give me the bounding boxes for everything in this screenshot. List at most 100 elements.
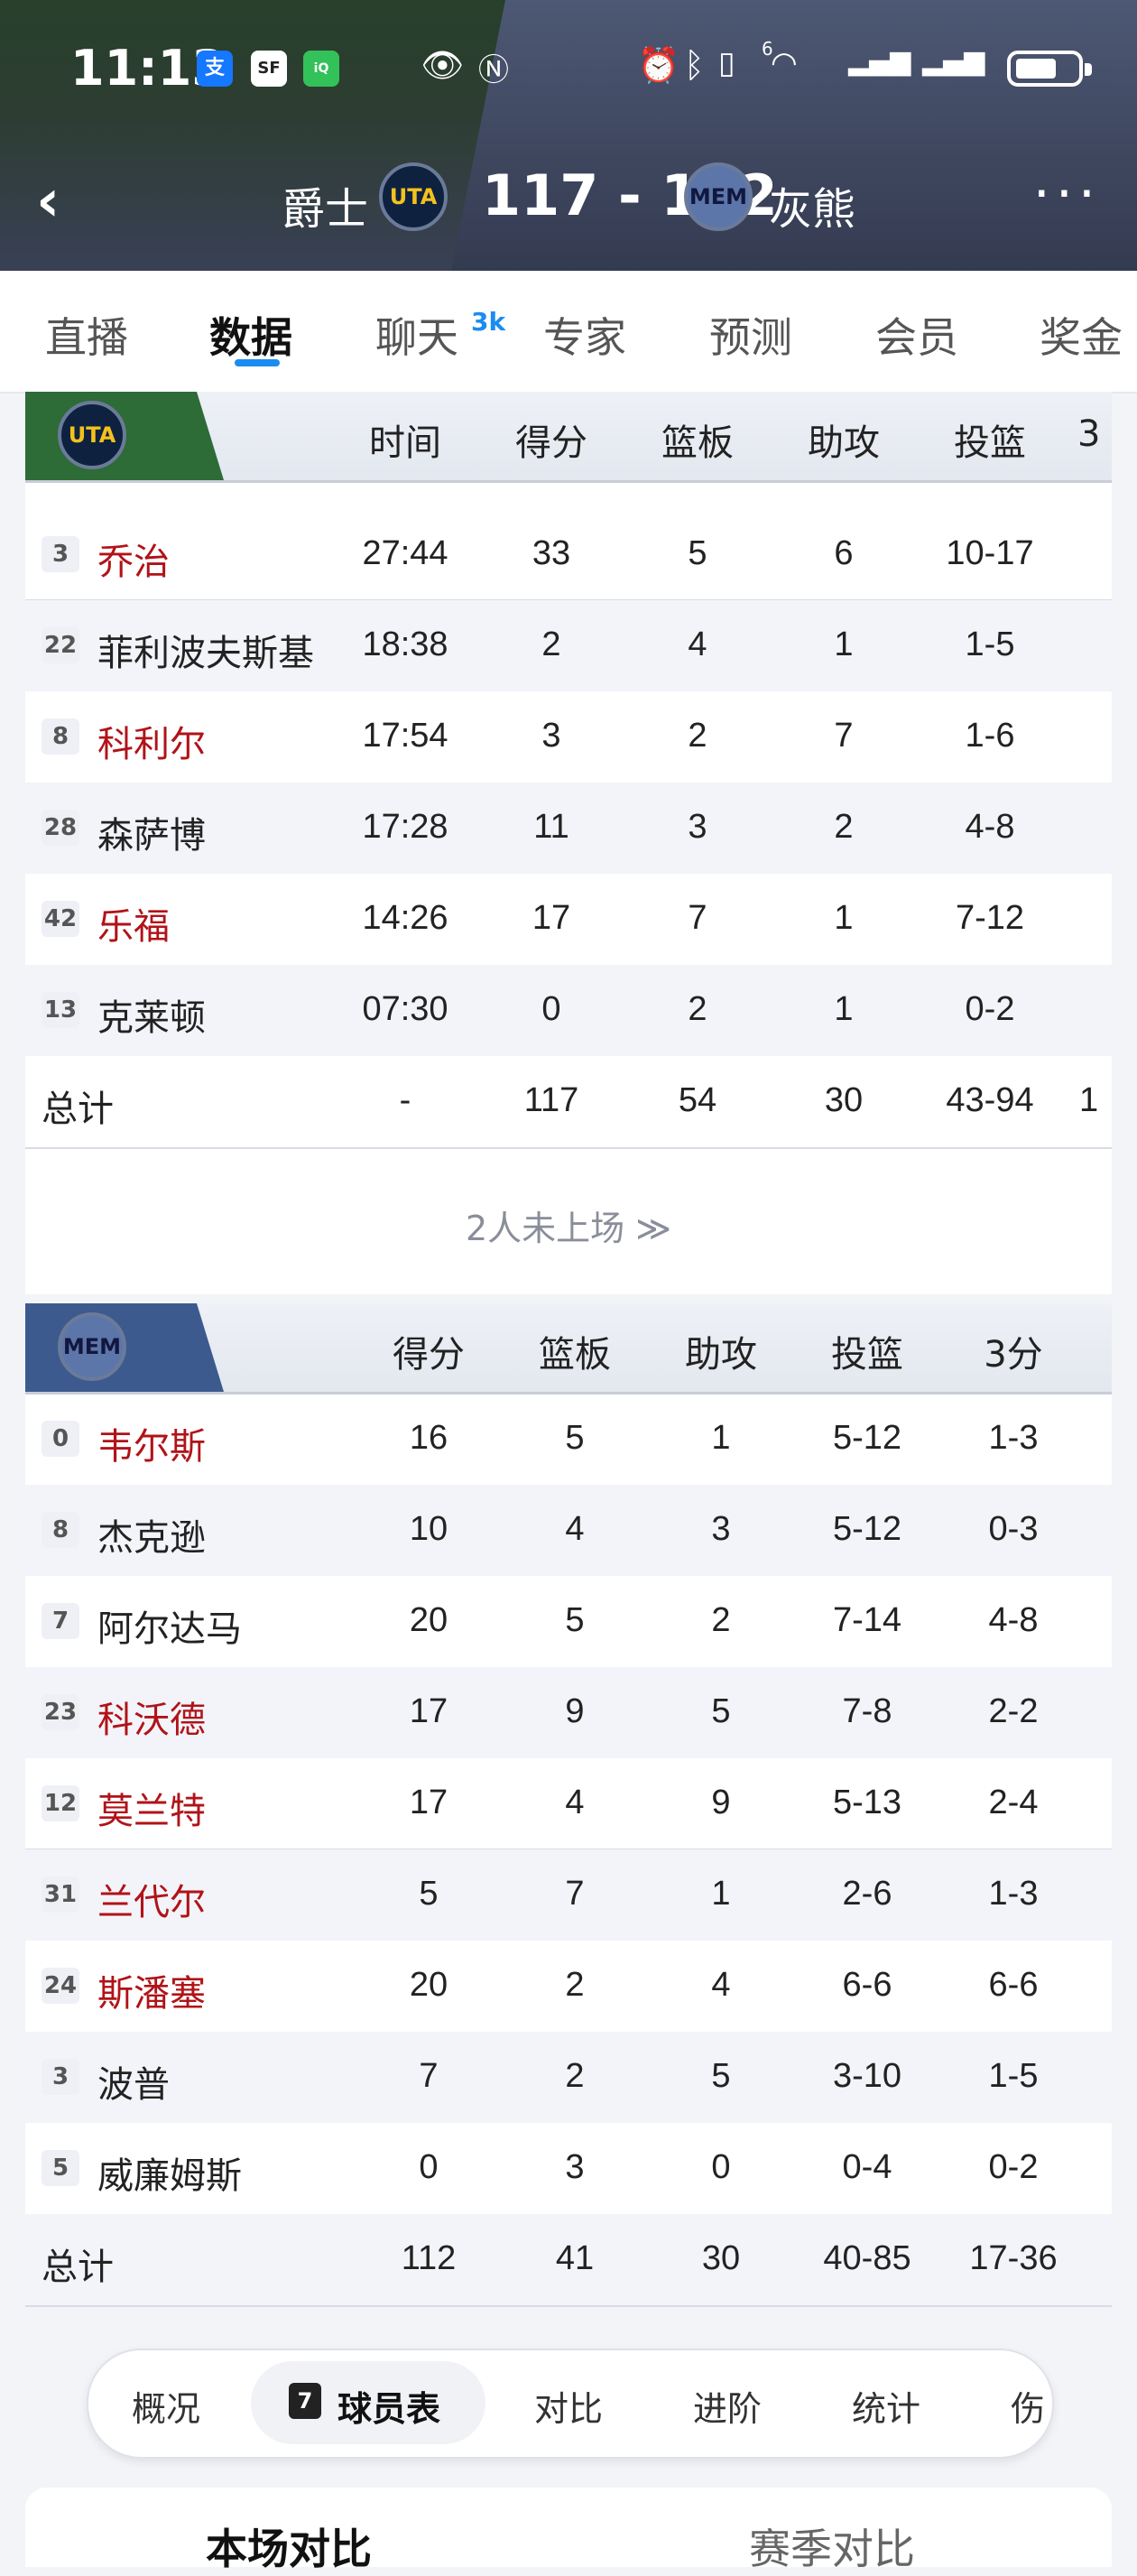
col-points[interactable]: 得分 bbox=[493, 413, 610, 466]
col-rebounds[interactable]: 篮板 bbox=[639, 413, 756, 466]
stat-cell: 1 bbox=[711, 1419, 731, 1457]
stat-cell: 1-5 bbox=[988, 2057, 1039, 2095]
player-row[interactable]: 5 威廉姆斯 0 3 0 0-4 0-2 bbox=[25, 2123, 1112, 2214]
player-name[interactable]: 斯潘塞 bbox=[97, 1964, 206, 2016]
home-team-name[interactable]: 爵士 bbox=[282, 173, 368, 236]
total-row: 总计 - 117 54 30 43-94 1 bbox=[25, 1056, 1112, 1147]
away-team-logo[interactable]: MEM bbox=[684, 162, 753, 231]
col-rebounds[interactable]: 篮板 bbox=[516, 1325, 633, 1377]
player-row[interactable]: 22 菲利波夫斯基 18:38 2 4 1 1-5 bbox=[25, 600, 1112, 691]
subtab-injury[interactable]: 伤 bbox=[1011, 2381, 1047, 2431]
player-name[interactable]: 科利尔 bbox=[97, 715, 206, 767]
stat-cell: 7 bbox=[419, 2057, 439, 2095]
player-row[interactable]: 0 韦尔斯 16 5 1 5-12 1-3 bbox=[25, 1394, 1112, 1485]
more-icon[interactable]: ··· bbox=[1033, 162, 1101, 226]
dnp-expand-button[interactable]: 2人未上场 ≫ bbox=[25, 1200, 1112, 1250]
tab-predictions[interactable]: 预测 bbox=[709, 305, 792, 365]
player-row[interactable]: 3 波普 7 2 5 3-10 1-5 bbox=[25, 2032, 1112, 2123]
player-name[interactable]: 科沃德 bbox=[97, 1691, 206, 1743]
subtab-stats[interactable]: 统计 bbox=[852, 2381, 920, 2431]
jersey-number: 12 bbox=[42, 1785, 79, 1821]
home-team-logo[interactable]: UTA bbox=[379, 162, 448, 231]
stat-cell: 0-4 bbox=[842, 2148, 892, 2186]
stat-cell: 5 bbox=[565, 1419, 585, 1457]
player-row[interactable]: 28 森萨博 17:28 11 3 2 4-8 bbox=[25, 783, 1112, 874]
player-row[interactable]: 31 兰代尔 5 7 1 2-6 1-3 bbox=[25, 1849, 1112, 1941]
player-name[interactable]: 阿尔达马 bbox=[97, 1599, 242, 1652]
player-row[interactable]: 23 科沃德 17 9 5 7-8 2-2 bbox=[25, 1667, 1112, 1758]
tab-membership[interactable]: 会员 bbox=[875, 305, 958, 365]
stat-cell: 11 bbox=[533, 808, 569, 846]
stat-cell: 0 bbox=[711, 2148, 731, 2186]
stat-cell: 17:28 bbox=[362, 808, 448, 846]
stat-cell: 2-6 bbox=[842, 1875, 892, 1913]
active-tab-indicator bbox=[235, 359, 280, 366]
stat-cell: 3 bbox=[541, 717, 561, 755]
player-name[interactable]: 乐福 bbox=[97, 897, 170, 950]
player-row[interactable]: 12 莫兰特 17 4 9 5-13 2-4 bbox=[25, 1758, 1112, 1849]
back-icon[interactable]: ‹ bbox=[36, 168, 60, 235]
total-cell: - bbox=[399, 1081, 411, 1119]
stat-cell: 1 bbox=[834, 990, 854, 1028]
tab-data[interactable]: 数据 bbox=[209, 305, 292, 365]
stat-cell: 5 bbox=[688, 534, 707, 572]
player-name[interactable]: 森萨博 bbox=[97, 806, 206, 858]
game-header: 11:13 支 SF iQ 👁 Ⓝ ⏰ ᛒ ▯ ◠ 6 ▂▄▆ ▂▄▆ ‹ 爵士… bbox=[0, 0, 1137, 271]
alipay-icon: 支 bbox=[197, 51, 233, 87]
subtab-compare[interactable]: 对比 bbox=[534, 2381, 603, 2431]
jersey-icon: 7 bbox=[289, 2383, 321, 2419]
col-points[interactable]: 得分 bbox=[370, 1325, 487, 1377]
player-row[interactable]: 42 乐福 14:26 17 7 1 7-12 bbox=[25, 874, 1112, 965]
alarm-icon: ⏰ bbox=[637, 45, 680, 85]
col-minutes[interactable]: 时间 bbox=[347, 413, 464, 466]
subtab-advanced[interactable]: 进阶 bbox=[693, 2381, 762, 2431]
jersey-number: 0 bbox=[42, 1421, 79, 1457]
subtab-player-table[interactable]: 7 球员表 bbox=[251, 2361, 485, 2444]
tab-this-game-compare[interactable]: 本场对比 bbox=[206, 2516, 372, 2576]
stat-cell: 17:54 bbox=[362, 717, 448, 755]
col-assists[interactable]: 助攻 bbox=[662, 1325, 780, 1377]
stat-cell: 4-8 bbox=[988, 1601, 1039, 1639]
player-row[interactable]: 24 斯潘塞 20 2 4 6-6 6-6 bbox=[25, 1941, 1112, 2032]
tab-prizes[interactable]: 奖金 bbox=[1040, 305, 1123, 365]
col-fg[interactable]: 投篮 bbox=[931, 413, 1049, 466]
player-row[interactable]: 8 杰克逊 10 4 3 5-12 0-3 bbox=[25, 1485, 1112, 1576]
mem-table-header: MEM 得分 篮板 助攻 投篮 3分 bbox=[25, 1303, 1112, 1395]
stat-cell: 20 bbox=[409, 1601, 448, 1639]
stat-cell: 2 bbox=[688, 990, 707, 1028]
stat-cell: 0 bbox=[541, 990, 561, 1028]
player-row[interactable]: 13 克莱顿 07:30 0 2 1 0-2 bbox=[25, 965, 1112, 1056]
player-name[interactable]: 威廉姆斯 bbox=[97, 2146, 242, 2199]
tab-experts[interactable]: 专家 bbox=[543, 305, 626, 365]
tab-live[interactable]: 直播 bbox=[45, 305, 128, 365]
stat-cell: 5-13 bbox=[832, 1784, 902, 1821]
jersey-number: 3 bbox=[42, 2059, 79, 2095]
jersey-number: 42 bbox=[42, 901, 79, 937]
away-team-name[interactable]: 灰熊 bbox=[769, 173, 855, 236]
player-name[interactable]: 克莱顿 bbox=[97, 988, 206, 1041]
col-fg[interactable]: 投篮 bbox=[809, 1325, 926, 1377]
player-name[interactable]: 韦尔斯 bbox=[97, 1417, 206, 1469]
signal-icon: ▂▄▆ bbox=[848, 45, 911, 77]
player-name[interactable]: 乔治 bbox=[97, 533, 170, 585]
player-name[interactable]: 杰克逊 bbox=[97, 1508, 206, 1561]
player-row[interactable]: 7 阿尔达马 20 5 2 7-14 4-8 bbox=[25, 1576, 1112, 1667]
uta-logo: UTA bbox=[58, 401, 126, 469]
col-3pt[interactable]: 3分 bbox=[955, 1325, 1072, 1377]
col-3pt[interactable]: 3 bbox=[1077, 413, 1112, 455]
player-name[interactable]: 兰代尔 bbox=[97, 1873, 206, 1925]
tab-chat[interactable]: 聊天 bbox=[375, 305, 458, 365]
player-name[interactable]: 菲利波夫斯基 bbox=[97, 624, 314, 676]
player-row[interactable]: 3 乔治 27:44 33 5 6 10-17 bbox=[25, 509, 1112, 600]
jersey-number: 5 bbox=[42, 2150, 79, 2186]
subtab-overview[interactable]: 概况 bbox=[132, 2381, 200, 2431]
stat-cell: 5 bbox=[711, 2057, 731, 2095]
stat-cell: 7-8 bbox=[842, 1692, 892, 1730]
player-row[interactable]: 8 科利尔 17:54 3 2 7 1-6 bbox=[25, 691, 1112, 783]
tab-season-compare[interactable]: 赛季对比 bbox=[749, 2516, 915, 2576]
col-assists[interactable]: 助攻 bbox=[785, 413, 902, 466]
stat-cell: 4 bbox=[688, 625, 707, 663]
uta-box-score: UTA 时间 得分 篮板 助攻 投篮 3 3 乔治 27:44 33 5 6 10-17 22… bbox=[25, 392, 1112, 1294]
player-name[interactable]: 莫兰特 bbox=[97, 1782, 206, 1834]
player-name[interactable]: 波普 bbox=[97, 2055, 170, 2108]
